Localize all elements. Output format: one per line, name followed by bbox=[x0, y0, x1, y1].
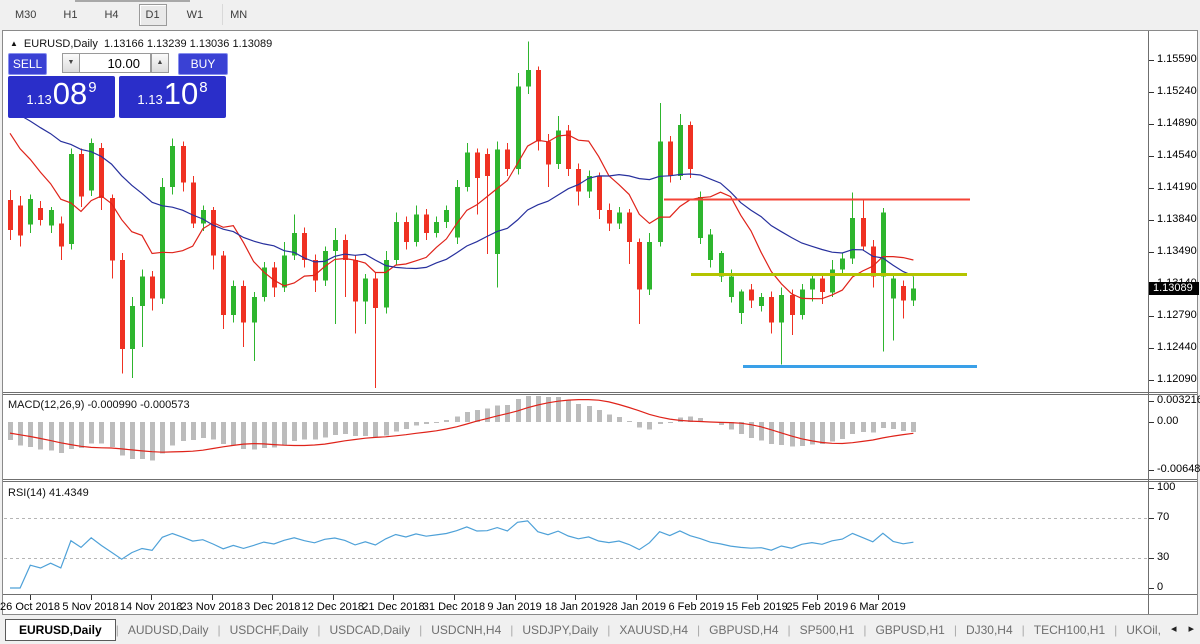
tab-eurusd-daily[interactable]: EURUSD,Daily bbox=[5, 619, 116, 641]
tab-gbpusd-h4[interactable]: GBPUSD,H4 bbox=[700, 619, 787, 641]
sell-button[interactable]: SELL bbox=[8, 53, 47, 75]
current-price-tag: 1.13089 bbox=[1149, 282, 1199, 295]
rsi-title: RSI(14) 41.4349 bbox=[8, 487, 89, 499]
sell-price-box[interactable]: 1.13 08 9 bbox=[8, 76, 115, 118]
tab-scroll-left-icon[interactable]: ◂ bbox=[1171, 622, 1177, 635]
symbol-marker-icon: ▲ bbox=[10, 39, 18, 48]
symbol-tab-bar: EURUSD,Daily|AUDUSD,Daily|USDCHF,Daily|U… bbox=[0, 616, 1200, 644]
tab-usdcnh-h4[interactable]: USDCNH,H4 bbox=[422, 619, 510, 641]
chart-title: ▲ EURUSD,Daily 1.13166 1.13239 1.13036 1.… bbox=[10, 38, 272, 50]
tab-xauusd-h4[interactable]: XAUUSD,H4 bbox=[610, 619, 697, 641]
sell-price-big: 08 bbox=[53, 76, 87, 112]
tab-audusd-daily[interactable]: AUDUSD,Daily bbox=[119, 619, 218, 641]
chart-title-ohlc: 1.13166 1.13239 1.13036 1.13089 bbox=[104, 38, 272, 50]
buy-price-prefix: 1.13 bbox=[137, 92, 162, 107]
volume-decrease-button[interactable]: ▼ bbox=[62, 53, 80, 73]
tab-scroll-arrows: ◂ ▸ bbox=[1171, 622, 1194, 635]
tab-tech100-h1[interactable]: TECH100,H1 bbox=[1025, 619, 1114, 641]
rsi-title-text: RSI(14) bbox=[8, 487, 46, 499]
tab-usdchf-daily[interactable]: USDCHF,Daily bbox=[221, 619, 318, 641]
buy-price-sup: 8 bbox=[199, 79, 207, 96]
macd-values: -0.000990 -0.000573 bbox=[87, 399, 189, 411]
chart-title-symbol: EURUSD,Daily bbox=[24, 38, 98, 50]
tab-usdcad-daily[interactable]: USDCAD,Daily bbox=[320, 619, 419, 641]
tab-dj30-h4[interactable]: DJ30,H4 bbox=[957, 619, 1022, 641]
tab-sp500-h1[interactable]: SP500,H1 bbox=[791, 619, 864, 641]
buy-button[interactable]: BUY bbox=[178, 53, 228, 75]
volume-input[interactable] bbox=[79, 53, 151, 73]
macd-title: MACD(12,26,9) -0.000990 -0.000573 bbox=[8, 399, 190, 411]
tab-scroll-right-icon[interactable]: ▸ bbox=[1188, 622, 1194, 635]
volume-increase-button[interactable]: ▲ bbox=[151, 53, 169, 73]
tab-usdjpy-daily[interactable]: USDJPY,Daily bbox=[513, 619, 607, 641]
tab-gbpusd-h1[interactable]: GBPUSD,H1 bbox=[866, 619, 953, 641]
buy-price-box[interactable]: 1.13 10 8 bbox=[119, 76, 226, 118]
rsi-value: 41.4349 bbox=[49, 487, 89, 499]
sell-price-sup: 9 bbox=[88, 79, 96, 96]
buy-price-big: 10 bbox=[164, 76, 198, 112]
macd-title-text: MACD(12,26,9) bbox=[8, 399, 84, 411]
tab-ukoil[interactable]: UKOil, bbox=[1117, 619, 1170, 641]
mt4-window: M30H1H4D1W1MN 1.155901.152401.148901.145… bbox=[0, 0, 1200, 644]
sell-price-prefix: 1.13 bbox=[26, 92, 51, 107]
